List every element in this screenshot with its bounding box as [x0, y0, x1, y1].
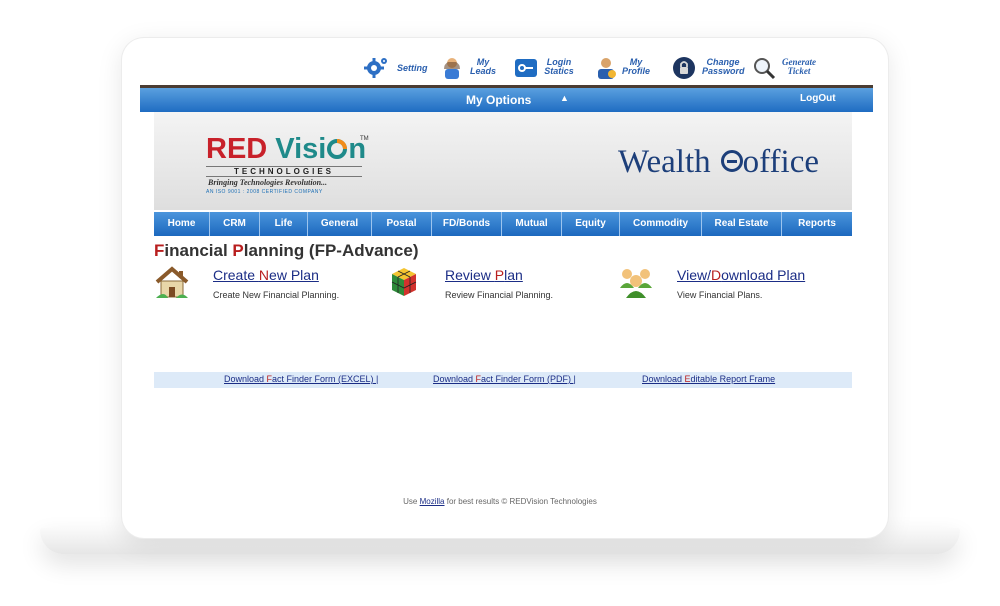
logo-tm: TM	[360, 136, 369, 142]
nav-real-estate[interactable]: Real Estate	[702, 212, 782, 236]
profile-icon	[598, 58, 616, 79]
product-logo: Wealth office	[618, 144, 819, 180]
download-excel-link[interactable]: Download Fact Finder Form (EXCEL) |	[224, 374, 378, 384]
company-logo[interactable]: RED Visi n	[206, 134, 366, 164]
generate-ticket-button[interactable]: Generate Ticket	[752, 52, 822, 86]
page-title: Financial Planning (FP-Advance)	[154, 241, 419, 261]
setting-button[interactable]: Setting	[364, 52, 434, 86]
top-toolbar: Setting My Leads Login Statics My Profil…	[360, 52, 860, 88]
key-icon	[515, 59, 537, 77]
view-plan-desc: View Financial Plans.	[677, 290, 763, 300]
link-text: act Finder Form (EXCEL) |	[272, 374, 379, 384]
link-text: ditable Report Frame	[690, 374, 776, 384]
view-download-plan-link[interactable]: View/Download Plan	[677, 267, 805, 283]
logo-o-icon	[327, 139, 348, 159]
nav-commodity[interactable]: Commodity	[620, 212, 702, 236]
logo-tagline: Bringing Technologies Revolution...	[208, 178, 328, 187]
nav-crm[interactable]: CRM	[210, 212, 260, 236]
nav-mutual[interactable]: Mutual	[502, 212, 562, 236]
link-text: Download	[224, 374, 267, 384]
logo-technologies: TECHNOLOGIES	[206, 166, 362, 177]
nav-reports[interactable]: Reports	[782, 212, 852, 236]
nav-life[interactable]: Life	[260, 212, 308, 236]
my-leads-button[interactable]: My Leads	[440, 52, 500, 86]
title-part-1: inancial	[164, 241, 233, 260]
login-statics-button[interactable]: Login Statics	[514, 52, 574, 86]
nav-fd-bonds[interactable]: FD/Bonds	[432, 212, 502, 236]
banner: RED Visi n TM TECHNOLOGIES Bringing Techn…	[154, 112, 852, 210]
nav-postal[interactable]: Postal	[372, 212, 432, 236]
my-profile-button[interactable]: My Profile	[594, 52, 654, 86]
footer: Use Mozilla for best results © REDVision…	[0, 497, 1000, 506]
link-text: act Finder Form (PDF) |	[481, 374, 576, 384]
change-password-button[interactable]: Change Password	[672, 52, 746, 86]
title-letter-p: P	[232, 241, 244, 260]
create-new-plan-link[interactable]: Create New Plan	[213, 267, 319, 283]
link-highlight: P	[494, 267, 505, 283]
link-text: Download	[642, 374, 685, 384]
cube-icon	[391, 268, 417, 296]
product-e-icon	[720, 150, 743, 173]
link-text: View/	[677, 267, 711, 283]
main-nav: Home CRM Life General Postal FD/Bonds Mu…	[154, 212, 852, 236]
login-statics-label: Login Statics	[544, 57, 574, 76]
product-wealth: Wealth	[618, 144, 711, 180]
logout-link[interactable]: LogOut	[800, 93, 836, 104]
link-text: Create	[213, 267, 259, 283]
link-highlight: D	[710, 267, 722, 283]
download-pdf-link[interactable]: Download Fact Finder Form (PDF) |	[433, 374, 576, 384]
logo-red-text: RED	[206, 133, 268, 165]
user-icon	[444, 58, 460, 79]
footer-text: Use	[403, 497, 420, 506]
my-profile-label: My Profile	[622, 57, 651, 76]
link-text: lan	[504, 267, 523, 283]
options-bar: My Options ▲ LogOut	[140, 88, 873, 112]
review-plan-desc: Review Financial Planning.	[445, 290, 554, 300]
change-password-label: Change Password	[702, 57, 745, 76]
link-highlight: N	[258, 267, 270, 283]
my-leads-label: My Leads	[470, 57, 497, 76]
product-office: office	[742, 144, 819, 180]
lock-icon	[673, 57, 695, 79]
link-text: ownload Plan	[721, 267, 806, 283]
nav-home[interactable]: Home	[154, 212, 210, 236]
logo-iso: AN ISO 9001 : 2008 CERTIFIED COMPANY	[206, 189, 323, 195]
link-text: ew Plan	[269, 267, 319, 283]
mozilla-link[interactable]: Mozilla	[420, 497, 445, 506]
nav-equity[interactable]: Equity	[562, 212, 620, 236]
chevron-up-icon[interactable]: ▲	[560, 93, 569, 103]
group-icon	[620, 269, 652, 298]
gear-icon	[364, 58, 387, 78]
footer-text: for best results © REDVision Technologie…	[444, 497, 597, 506]
download-report-frame-link[interactable]: Download Editable Report Frame	[642, 374, 775, 384]
download-bar: Download Fact Finder Form (EXCEL) | Down…	[154, 372, 852, 388]
generate-ticket-label: Generate Ticket	[782, 57, 816, 76]
house-icon	[155, 266, 189, 298]
nav-general[interactable]: General	[308, 212, 372, 236]
link-text: Download	[433, 374, 476, 384]
logo-vision-text: Visi	[275, 133, 327, 165]
create-plan-desc: Create New Financial Planning.	[213, 290, 340, 300]
setting-label: Setting	[397, 63, 428, 73]
link-text: Review	[445, 267, 495, 283]
title-part-2: lanning (FP-Advance)	[243, 241, 419, 260]
title-letter-f: F	[154, 241, 165, 260]
my-options-toggle[interactable]: My Options	[466, 93, 531, 107]
review-plan-link[interactable]: Review Plan	[445, 267, 523, 283]
search-icon	[754, 58, 776, 80]
